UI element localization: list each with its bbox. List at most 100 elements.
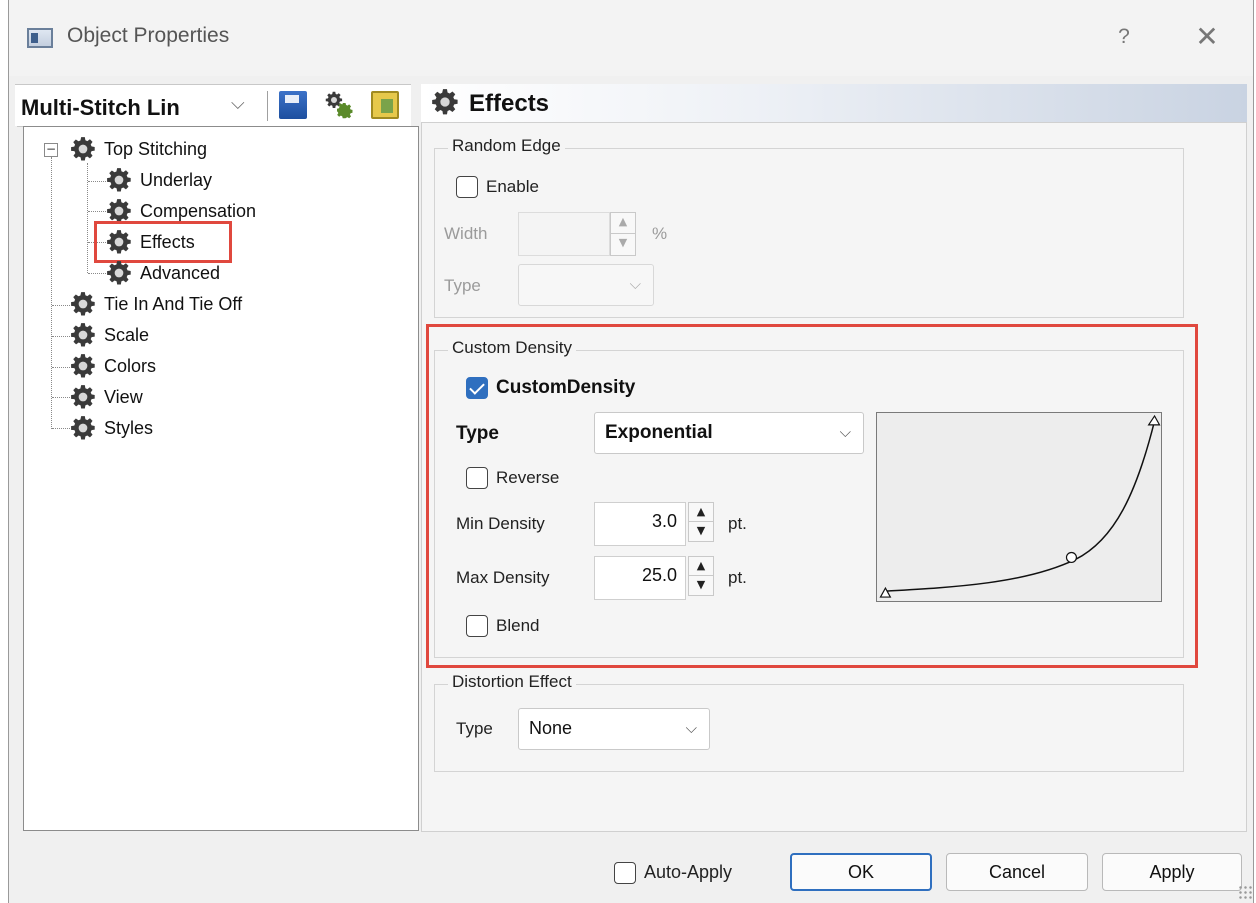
curve-mid-handle[interactable] <box>1065 551 1077 564</box>
gear-icon <box>70 384 96 410</box>
max-density-unit: pt. <box>728 568 747 587</box>
random-type-label: Type <box>444 276 481 295</box>
gear-icon <box>70 415 96 441</box>
tree-connector <box>87 163 88 273</box>
tree-item-label: Scale <box>104 324 150 345</box>
chevron-down-icon: ⌵ <box>231 93 245 114</box>
apply-button[interactable]: Apply <box>1102 853 1242 891</box>
width-label: Width <box>444 224 488 243</box>
resize-grip-icon[interactable] <box>1238 885 1252 899</box>
tree-connector <box>51 157 52 429</box>
gear-icon <box>70 353 96 379</box>
tree-connector <box>52 367 70 368</box>
custom-density-checkbox[interactable] <box>466 377 488 399</box>
effects-highlight-box <box>94 221 232 263</box>
tree-item-label: View <box>104 386 143 407</box>
gear-icon <box>106 260 132 286</box>
object-type-combo[interactable]: Multi-Stitch Lin ⌵ <box>17 87 261 127</box>
density-type-label: Type <box>456 423 499 444</box>
save-icon[interactable] <box>279 91 307 119</box>
max-density-input[interactable]: 25.0 <box>594 556 686 600</box>
spin-up-icon[interactable]: ▲ <box>611 213 635 234</box>
tree-connector <box>88 181 106 182</box>
tree-item-view[interactable]: View <box>70 383 143 411</box>
collapse-toggle-top-stitching[interactable]: − <box>44 143 58 157</box>
spin-down-icon[interactable]: ▼ <box>689 576 713 595</box>
enable-label: Enable <box>486 177 539 196</box>
object-type-value: Multi-Stitch Lin <box>21 95 180 120</box>
max-density-label: Max Density <box>456 568 550 587</box>
tree-item-advanced[interactable]: Advanced <box>106 259 220 287</box>
min-density-value: 3.0 <box>651 511 677 531</box>
chevron-down-icon: ⌵ <box>685 719 697 737</box>
help-button[interactable]: ? <box>1109 20 1139 54</box>
panel-title: Effects <box>469 90 550 117</box>
spin-up-icon[interactable]: ▲ <box>689 503 713 522</box>
width-stepper[interactable]: ▲ ▼ <box>610 212 636 256</box>
spin-down-icon[interactable]: ▼ <box>689 522 713 541</box>
ok-button[interactable]: OK <box>790 853 932 891</box>
close-button[interactable]: ✕ <box>1187 18 1227 56</box>
tree-item-top-stitching[interactable]: Top Stitching <box>70 135 207 163</box>
properties-tree: − Top Stitching Underlay Compensation Ef… <box>23 126 419 831</box>
chevron-down-icon: ⌵ <box>629 275 641 293</box>
reverse-label: Reverse <box>496 468 560 487</box>
random-edge-group-label: Random Edge <box>448 136 565 156</box>
density-type-value: Exponential <box>605 422 713 443</box>
tree-item-label: Tie In And Tie Off <box>104 293 243 314</box>
gear-icon <box>431 88 459 116</box>
window-title: Object Properties <box>67 24 230 47</box>
curve-start-handle[interactable] <box>879 586 892 598</box>
random-type-select[interactable]: ⌵ <box>518 264 654 306</box>
tree-item-label: Underlay <box>140 169 213 190</box>
gear-icon <box>70 291 96 317</box>
gears-icon[interactable] <box>325 91 353 119</box>
min-density-unit: pt. <box>728 514 747 533</box>
blend-checkbox[interactable] <box>466 615 488 637</box>
max-density-stepper[interactable]: ▲ ▼ <box>688 556 714 596</box>
density-type-select[interactable]: Exponential ⌵ <box>594 412 864 454</box>
min-density-label: Min Density <box>456 514 545 533</box>
title-bar: Object Properties ? ✕ <box>9 0 1253 76</box>
custom-density-label: CustomDensity <box>496 377 636 398</box>
tree-item-tie-in-and-tie-off[interactable]: Tie In And Tie Off <box>70 290 242 318</box>
width-unit: % <box>652 224 668 243</box>
density-curve-graph[interactable] <box>876 412 1162 602</box>
tree-item-label: Advanced <box>140 262 221 283</box>
width-input[interactable] <box>518 212 610 256</box>
clipboard-icon[interactable] <box>371 91 399 119</box>
curve-end-handle[interactable] <box>1147 414 1161 426</box>
distortion-type-label: Type <box>456 719 493 738</box>
tree-item-label: Colors <box>104 355 157 376</box>
distortion-type-select[interactable]: None ⌵ <box>518 708 710 750</box>
tree-item-styles[interactable]: Styles <box>70 414 153 442</box>
tree-item-label: Top Stitching <box>104 138 208 159</box>
reverse-checkbox[interactable] <box>466 467 488 489</box>
max-density-value: 25.0 <box>641 565 677 585</box>
toolbar-separator <box>267 91 268 121</box>
tree-connector <box>52 428 70 429</box>
tree-item-colors[interactable]: Colors <box>70 352 156 380</box>
density-curve <box>885 420 1156 592</box>
left-toolbar: Multi-Stitch Lin ⌵ <box>15 84 411 127</box>
distortion-type-value: None <box>529 718 573 738</box>
distortion-group-label: Distortion Effect <box>448 672 576 692</box>
auto-apply-checkbox[interactable] <box>614 862 636 884</box>
cancel-button[interactable]: Cancel <box>946 853 1088 891</box>
min-density-stepper[interactable]: ▲ ▼ <box>688 502 714 542</box>
panel-header: Effects <box>421 84 1247 122</box>
blend-label: Blend <box>496 616 540 635</box>
tree-connector <box>88 211 106 212</box>
chevron-down-icon: ⌵ <box>839 423 851 441</box>
spin-up-icon[interactable]: ▲ <box>689 557 713 576</box>
spin-down-icon[interactable]: ▼ <box>611 234 635 255</box>
min-density-input[interactable]: 3.0 <box>594 502 686 546</box>
tree-item-scale[interactable]: Scale <box>70 321 149 349</box>
tree-item-label: Styles <box>104 417 154 438</box>
tree-item-underlay[interactable]: Underlay <box>106 166 212 194</box>
tree-connector <box>52 397 70 398</box>
tree-connector <box>88 273 106 274</box>
enable-checkbox[interactable] <box>456 176 478 198</box>
gear-icon <box>106 167 132 193</box>
app-window-icon <box>27 28 53 48</box>
